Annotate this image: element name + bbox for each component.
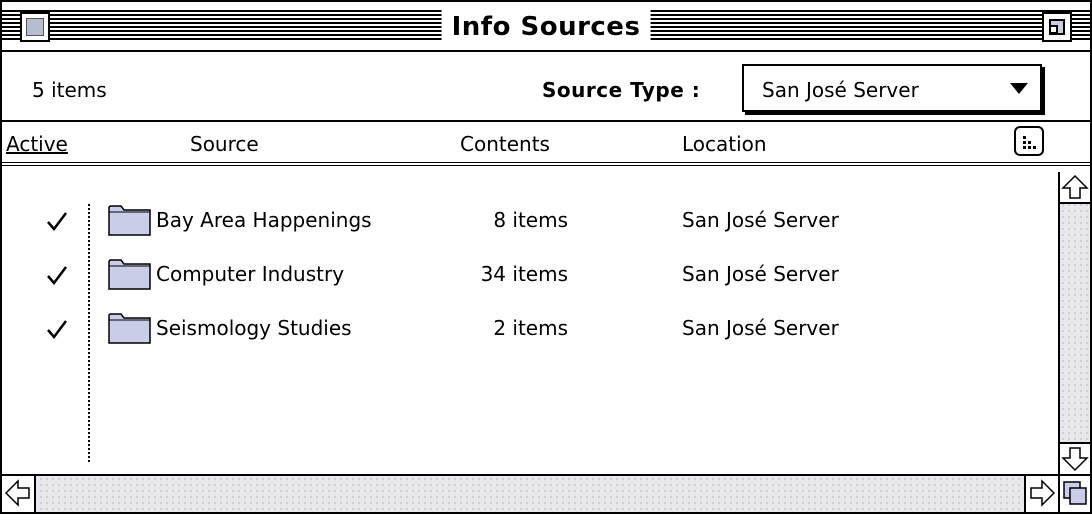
scroll-up-arrow-icon[interactable] (1060, 172, 1090, 204)
checkmark-icon[interactable] (46, 318, 68, 340)
list-item[interactable]: Bay Area Happenings 8 items San José Ser… (2, 202, 1058, 242)
source-contents: 8 items (493, 208, 568, 232)
list-item[interactable]: Computer Industry 34 items San José Serv… (2, 256, 1058, 296)
column-header-source[interactable]: Source (190, 132, 259, 156)
vertical-scrollbar[interactable] (1058, 172, 1090, 474)
source-location: San José Server (682, 262, 839, 286)
triangle-down-icon (1010, 83, 1028, 94)
scroll-left-arrow-icon[interactable] (2, 476, 36, 512)
scroll-down-arrow-icon[interactable] (1060, 442, 1090, 474)
checkmark-icon[interactable] (46, 210, 68, 232)
info-sources-window: Info Sources 5 items Source Type : San J… (0, 0, 1092, 514)
title-bar[interactable]: Info Sources (2, 2, 1090, 52)
folder-icon[interactable] (108, 312, 152, 344)
item-count: 5 items (32, 78, 107, 102)
source-type-value: San José Server (762, 78, 919, 102)
source-contents: 2 items (493, 316, 568, 340)
window-title: Info Sources (441, 8, 651, 46)
column-options-icon[interactable] (1014, 126, 1044, 156)
source-type-popup[interactable]: San José Server (742, 64, 1042, 112)
folder-icon[interactable] (108, 258, 152, 290)
source-name: Computer Industry (156, 262, 345, 286)
column-header-contents[interactable]: Contents (460, 132, 550, 156)
zoom-box-icon[interactable] (1042, 12, 1072, 42)
column-header-location[interactable]: Location (682, 132, 767, 156)
grow-box-icon[interactable] (1058, 474, 1090, 512)
scroll-right-arrow-icon[interactable] (1024, 476, 1058, 512)
horizontal-scrollbar[interactable] (2, 474, 1058, 512)
close-box-icon[interactable] (20, 12, 50, 42)
checkmark-icon[interactable] (46, 264, 68, 286)
source-location: San José Server (682, 208, 839, 232)
source-list: Bay Area Happenings 8 items San José Ser… (2, 172, 1058, 474)
source-name: Bay Area Happenings (156, 208, 372, 232)
source-contents: 34 items (480, 262, 568, 286)
source-type-label: Source Type : (542, 78, 701, 102)
source-name: Seismology Studies (156, 316, 352, 340)
info-bar: 5 items Source Type : San José Server (2, 54, 1090, 122)
source-location: San José Server (682, 316, 839, 340)
column-header-active[interactable]: Active (6, 132, 68, 156)
column-headers: Active Source Contents Location (2, 122, 1090, 166)
list-item[interactable]: Seismology Studies 2 items San José Serv… (2, 310, 1058, 350)
folder-icon[interactable] (108, 204, 152, 236)
